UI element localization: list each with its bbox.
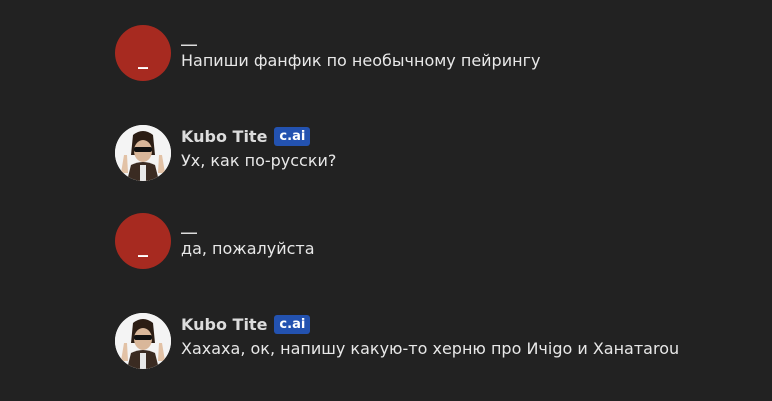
message-text: Ух, как по-русски? [181, 151, 337, 170]
bot-avatar[interactable] [115, 313, 171, 369]
message-text: Хахаха, ок, напишу какую-то херню про Ич… [181, 339, 680, 358]
kubo-portrait-icon [115, 313, 171, 369]
user-avatar[interactable]: _ [115, 213, 171, 269]
author-name: Kubo Tite [181, 126, 268, 146]
author-name: Kubo Tite [181, 314, 268, 334]
cai-badge: c.ai [274, 126, 311, 146]
message-text: Напиши фанфик по необычному пейрингу [181, 51, 541, 70]
user-avatar[interactable]: _ [115, 25, 171, 81]
chat-thread: _ __ Напиши фанфик по необычному пейринг… [0, 0, 772, 401]
author-name: __ [181, 26, 197, 46]
author-name: __ [181, 214, 197, 234]
bot-avatar[interactable] [115, 125, 171, 181]
message-user-2: _ __ да, пожалуйста [115, 213, 315, 269]
message-user-1: _ __ Напиши фанфик по необычному пейринг… [115, 25, 540, 81]
message-text: да, пожалуйста [181, 239, 315, 258]
message-bot-2: Kubo Tite c.ai Хахаха, ок, напишу какую-… [115, 313, 679, 369]
message-bot-1: Kubo Tite c.ai Ух, как по-русски? [115, 125, 336, 181]
kubo-portrait-icon [115, 125, 171, 181]
avatar-initial: _ [138, 45, 148, 69]
avatar-initial: _ [138, 233, 148, 257]
cai-badge: c.ai [274, 314, 311, 334]
